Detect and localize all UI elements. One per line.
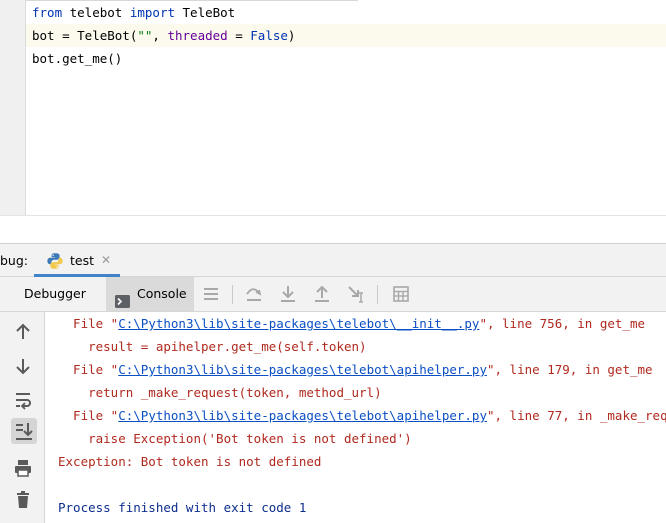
debug-tool-window-header: bug: test ✕ (0, 243, 666, 277)
exception-message: Exception: Bot token is not defined (58, 454, 322, 469)
console-line: File "C:\Python3\lib\site-packages\teleb… (58, 312, 645, 335)
tab-console[interactable]: Console (106, 277, 194, 311)
code-line-3[interactable]: bot.get_me() (26, 47, 666, 70)
run-to-cursor-icon[interactable] (346, 284, 366, 304)
print-icon[interactable] (13, 458, 33, 478)
scroll-to-end-icon[interactable] (11, 418, 37, 444)
code-text: bot = TeleBot( (32, 28, 138, 43)
editor-gutter[interactable] (0, 0, 26, 216)
file-link[interactable]: C:\Python3\lib\site-packages\telebot\__i… (118, 316, 479, 331)
keyword-false: False (250, 28, 288, 43)
console-icon (115, 287, 130, 308)
toolbar-separator (232, 285, 233, 304)
run-tab-label: test (70, 253, 95, 268)
code-text: , (152, 28, 168, 43)
down-arrow-icon[interactable] (13, 356, 33, 376)
console-line: File "C:\Python3\lib\site-packages\teleb… (58, 404, 666, 427)
console-line: return _make_request(token, method_url) (58, 385, 382, 400)
tab-console-label: Console (137, 286, 187, 301)
code-text: bot.get_me() (32, 51, 123, 66)
code-editor[interactable]: from telebot import TeleBot bot = TeleBo… (0, 0, 666, 216)
module-name: telebot (62, 5, 130, 20)
exit-message: Process finished with exit code 1 (58, 500, 307, 515)
close-icon[interactable]: ✕ (101, 244, 111, 277)
trace-text: File " (58, 362, 119, 377)
import-name: TeleBot (175, 5, 236, 20)
keyword-import: import (129, 5, 175, 20)
menu-lines-icon[interactable] (201, 284, 221, 304)
evaluate-grid-icon[interactable] (391, 284, 411, 304)
soft-wrap-icon[interactable] (13, 390, 33, 410)
console-side-toolbar (0, 312, 45, 523)
file-link[interactable]: C:\Python3\lib\site-packages\telebot\api… (118, 408, 487, 423)
editor-empty-area (0, 216, 666, 243)
up-arrow-icon[interactable] (13, 322, 33, 342)
trace-text: File " (58, 316, 119, 331)
trace-text: ", line 756, in get_me (479, 316, 646, 331)
console-output[interactable]: File "C:\Python3\lib\site-packages\teleb… (45, 312, 666, 523)
console-line: raise Exception('Bot token is not define… (58, 431, 412, 446)
code-line-1[interactable]: from telebot import TeleBot (26, 1, 666, 24)
console-line: result = apihelper.get_me(self.token) (58, 339, 367, 354)
step-into-icon[interactable] (278, 284, 298, 304)
string-literal: "" (137, 28, 153, 43)
debugger-toolbar: Debugger Console (0, 277, 666, 312)
code-text: = (227, 28, 251, 43)
step-over-icon[interactable] (244, 284, 264, 304)
keyword-from: from (32, 5, 63, 20)
code-line-2[interactable]: bot = TeleBot("", threaded = False) (26, 24, 666, 47)
trace-text: File " (58, 408, 119, 423)
trace-text: ", line 179, in get_me (486, 362, 653, 377)
file-link[interactable]: C:\Python3\lib\site-packages\telebot\api… (118, 362, 487, 377)
named-param: threaded (167, 28, 228, 43)
python-icon (46, 252, 64, 270)
tool-window-label: bug: (0, 253, 29, 268)
code-text: ) (287, 28, 296, 43)
tab-debugger[interactable]: Debugger (12, 277, 98, 311)
console-line: File "C:\Python3\lib\site-packages\teleb… (58, 358, 653, 381)
trace-text: ", line 77, in _make_request (486, 408, 666, 423)
step-out-icon[interactable] (312, 284, 332, 304)
toolbar-separator (377, 285, 378, 304)
run-config-tab-test[interactable]: test ✕ (34, 244, 120, 277)
trash-icon[interactable] (13, 490, 33, 510)
